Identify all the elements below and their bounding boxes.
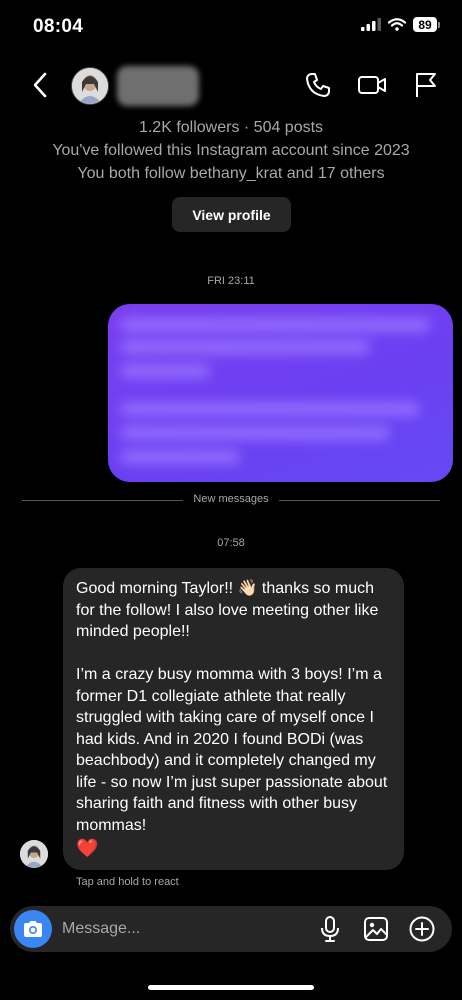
battery-level: 89 xyxy=(413,17,437,32)
video-camera-icon xyxy=(358,76,386,94)
voice-message-button[interactable] xyxy=(314,913,346,945)
react-hint: Tap and hold to react xyxy=(76,876,179,888)
chevron-left-icon xyxy=(33,72,47,98)
call-button[interactable] xyxy=(302,69,334,101)
video-call-button[interactable] xyxy=(356,69,388,101)
camera-button[interactable] xyxy=(14,910,52,948)
message-text: Good morning Taylor!! 👋🏻 thanks so much … xyxy=(76,580,379,640)
new-messages-divider: New messages xyxy=(22,491,440,511)
image-icon xyxy=(364,917,388,941)
heart-emoji: ❤️ xyxy=(76,838,99,858)
mutual-followers: You both follow bethany_krat and 17 othe… xyxy=(77,165,385,182)
cellular-signal-icon xyxy=(361,18,381,31)
home-indicator[interactable] xyxy=(148,985,314,990)
message-timestamp: 07:58 xyxy=(217,537,245,549)
message-text: I’m a crazy busy momma with 3 boys! I’m … xyxy=(76,666,388,834)
profile-summary: 1.2K followers · 504 posts You've follow… xyxy=(0,116,462,185)
contact-name-redacted[interactable] xyxy=(117,66,199,106)
flag-icon xyxy=(416,73,436,97)
message-input[interactable] xyxy=(62,906,262,952)
battery-icon: 89 xyxy=(413,17,440,32)
gallery-button[interactable] xyxy=(360,913,392,945)
sender-avatar[interactable] xyxy=(20,840,48,868)
report-button[interactable] xyxy=(410,69,442,101)
message-composer xyxy=(10,906,452,952)
back-button[interactable] xyxy=(26,70,56,100)
contact-avatar[interactable] xyxy=(71,67,109,105)
microphone-icon xyxy=(321,916,339,942)
phone-icon xyxy=(306,73,330,97)
sent-message-redacted[interactable] xyxy=(108,304,453,482)
wifi-icon xyxy=(388,18,406,31)
profile-stats: 1.2K followers · 504 posts xyxy=(138,119,324,136)
camera-icon xyxy=(24,921,42,937)
chat-header xyxy=(0,58,462,114)
message-timestamp: FRI 23:11 xyxy=(207,275,255,287)
plus-circle-icon xyxy=(409,916,435,942)
status-icons: 89 xyxy=(361,17,440,32)
new-messages-label: New messages xyxy=(183,493,279,505)
add-attachment-button[interactable] xyxy=(406,913,438,945)
status-bar: 08:04 89 xyxy=(0,0,462,54)
status-time: 08:04 xyxy=(33,16,84,37)
view-profile-button[interactable]: View profile xyxy=(172,197,291,232)
received-message[interactable]: Good morning Taylor!! 👋🏻 thanks so much … xyxy=(63,568,404,870)
followed-since: You've followed this Instagram account s… xyxy=(52,142,410,159)
